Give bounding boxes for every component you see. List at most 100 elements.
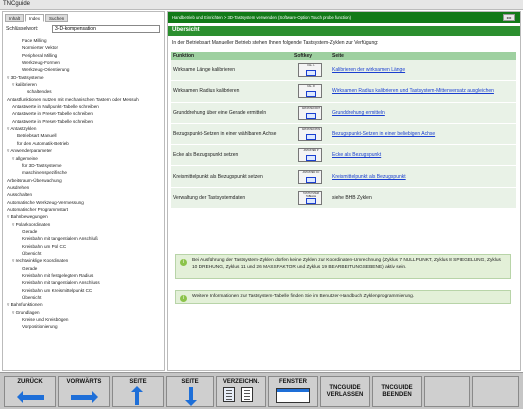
breadcrumb: Handbetrieb und Einrichten > 3D-Tastsyst… [172,15,352,20]
probe-icon [306,176,316,183]
arrow-down-icon [185,387,197,406]
page-icon [241,387,253,402]
tree-item[interactable]: ▿ Bahnbewegungen [5,213,163,220]
leave-guide-label: TNCGUIDE VERLASSEN [326,385,364,398]
nav-toggle-button[interactable]: ◂ ▸ [503,14,515,21]
tree-item[interactable]: Vorpositionierung [5,323,163,330]
arrow-left-icon [17,391,44,403]
info-icon: i [180,295,187,302]
tree-item[interactable]: Face Milling [5,37,163,44]
page-up-softkey[interactable]: SEITE [112,376,164,407]
table-row: Kreismittelpunkt als Bezugspunkt setzen A… [171,166,516,188]
note-table: i Weitere Informationen zur Tastsystem-T… [175,290,511,304]
tree-item[interactable]: für 3D-Tastsysteme [5,162,163,169]
page-link[interactable]: Ecke als Bezugspunkt [332,152,381,158]
probe-icon [306,112,316,119]
tree-item[interactable]: Antastfunktionen nutzen mit mechanischen… [5,96,163,103]
page-cell[interactable]: Wirksamen Radius kalibrieren und Tastsys… [330,88,516,94]
tree-item[interactable]: Kreisbahn mit tangentialem Anschluß [5,235,163,242]
function-cell: Ecke als Bezugspunkt setzen [173,152,239,159]
col-header-seite: Seite [332,53,344,59]
page-link[interactable]: Bezugspunkt-Setzen in einer beliebigen A… [332,131,435,137]
tree-item[interactable]: Kreisbahn um Kreismittelpunkt CC [5,287,163,294]
tree-item[interactable]: ▿ Polarkoordinaten [5,221,163,228]
probe-icon [306,70,316,77]
tree-item[interactable]: Peripheral Milling [5,52,163,59]
tree-item[interactable]: Gerade [5,228,163,235]
tree-item[interactable]: Arbeitsraum-Überwachung [5,177,163,184]
tree-item[interactable]: Ausdrehen [5,184,163,191]
tab-inhalt[interactable]: Inhalt [5,14,25,22]
table-row: Wirksamen Radius kalibrieren KAL. R Wirksa… [171,81,516,103]
page-link[interactable]: Kreismittelpunkt als Bezugspunkt [332,174,406,180]
tree-item[interactable]: für den Automatik-Betrieb [5,140,163,147]
softkey-bar: ZURÜCK VORWÄRTS SEITE SEITE VERZEICHN. F… [0,372,523,409]
tree-item[interactable]: Antastwerte in Preset-Tabelle schreiben [5,118,163,125]
tree-item[interactable]: Kreise und Kreisbögen [5,316,163,323]
tree-item[interactable]: ▿ 3D-Tastsysteme [5,74,163,81]
tree-item[interactable]: Antastwerte in Preset-Tabelle schreiben [5,110,163,117]
tree-item[interactable]: Kreisbahn mit tangentialem Anschluss [5,279,163,286]
function-cell: Grunddrehung über eine Gerade ermitteln [173,109,267,116]
tree-item[interactable]: ▿ Bahnfunktionen [5,301,163,308]
tree-item[interactable]: ▿ rechtwinklige Koordinaten [5,257,163,264]
page-link[interactable]: Kalibrieren der wirksamen Länge [332,67,405,73]
table-row: Bezugspunkt-Setzen in einer wählbaren Ac… [171,123,516,146]
tree-item[interactable]: Werkzeug-Orientierung [5,66,163,73]
page-down-softkey[interactable]: SEITE [166,376,214,407]
forward-softkey[interactable]: VORWÄRTS [58,376,110,407]
tree-item[interactable]: ▿ kalibrieren [5,81,163,88]
keyword-input[interactable] [52,25,160,33]
page-cell[interactable]: Kalibrieren der wirksamen Länge [330,67,516,73]
tree-item[interactable]: Kreisbahn um Pol CC [5,243,163,250]
empty-softkey[interactable] [472,376,519,407]
tree-item[interactable]: Normierter Vektor [5,44,163,51]
back-softkey[interactable]: ZURÜCK [4,376,56,407]
tree-item[interactable]: maschinenspezifische [5,169,163,176]
tree-item[interactable]: ▿ allgemeine [5,155,163,162]
tree-item[interactable]: ▿ Antastzyklen [5,125,163,132]
tree-item[interactable]: Übersicht [5,250,163,257]
window-softkey[interactable]: FENSTER [268,376,318,407]
directory-softkey[interactable]: VERZEICHN. [216,376,266,407]
function-cell: Verwaltung der Tastsystemdaten [173,194,246,201]
table-row: Verwaltung der Tastsystemdaten TASTSYSTEM… [171,187,516,210]
window-label: FENSTER [278,379,307,385]
note-cycles-text: Bei Ausführung der Tastsystem-Zyklen dür… [192,258,501,270]
page-link[interactable]: Grunddrehung ermitteln [332,110,385,116]
page-cell[interactable]: Bezugspunkt-Setzen in einer beliebigen A… [330,131,516,137]
function-cell: Bezugspunkt-Setzen in einer wählbaren Ac… [173,131,277,138]
softkey-image-label: ANTASTEN P [303,149,319,153]
softkey-image: ANTASTEN POS [298,127,322,142]
tree-item[interactable]: Automatische Werkzeug-Vermessung [5,199,163,206]
tree-item[interactable]: Übersicht [5,294,163,301]
page-cell[interactable]: Ecke als Bezugspunkt [330,152,516,158]
tree-item[interactable]: Antastwerte in Nullpunkt-Tabelle schreib… [5,103,163,110]
page-link[interactable]: Wirksamen Radius kalibrieren und Tastsys… [332,88,494,94]
tree-item[interactable]: Werkzeug-Formen [5,59,163,66]
tree-item[interactable]: Gerade [5,265,163,272]
tree-item[interactable]: Ausschalten [5,191,163,198]
tab-index[interactable]: Index [25,14,45,22]
softkey-image: TASTSYSTEM TABELLE [298,190,322,205]
softkey-image-label: KAL. R [307,85,315,89]
note-table-text: Weitere Informationen zur Tastsystem-Tab… [192,294,415,299]
right-pane: Handbetrieb und Einrichten > 3D-Tastsyst… [167,11,521,371]
softkey-image-label: ANTASTEN CC [302,170,320,174]
tree-item[interactable]: ▿ Grundlagen [5,309,163,316]
tree-item[interactable]: Kreisbahn mit festgelegtem Radius [5,272,163,279]
tree-item[interactable]: ▿ Anwenderparameter [5,147,163,154]
probe-icon [306,134,316,141]
quit-guide-softkey[interactable]: TNCGUIDE BEENDEN [372,376,422,407]
tab-suchen[interactable]: Suchen [45,14,69,22]
tree-item[interactable]: Automatischer Programmstart [5,206,163,213]
page-cell[interactable]: Kreismittelpunkt als Bezugspunkt [330,174,516,180]
page-cell[interactable]: Grunddrehung ermitteln [330,110,516,116]
function-cell: Wirksame Länge kalibrieren [173,67,235,74]
table-row: Grunddrehung über eine Gerade ermitteln A… [171,102,516,124]
table-header: Funktion Softkey Seite [171,52,516,60]
empty-softkey[interactable] [424,376,470,407]
tree-item[interactable]: Betriebsart Manuell [5,132,163,139]
leave-guide-softkey[interactable]: TNCGUIDE VERLASSEN [320,376,370,407]
tree-item[interactable]: schaltendes [5,88,163,95]
